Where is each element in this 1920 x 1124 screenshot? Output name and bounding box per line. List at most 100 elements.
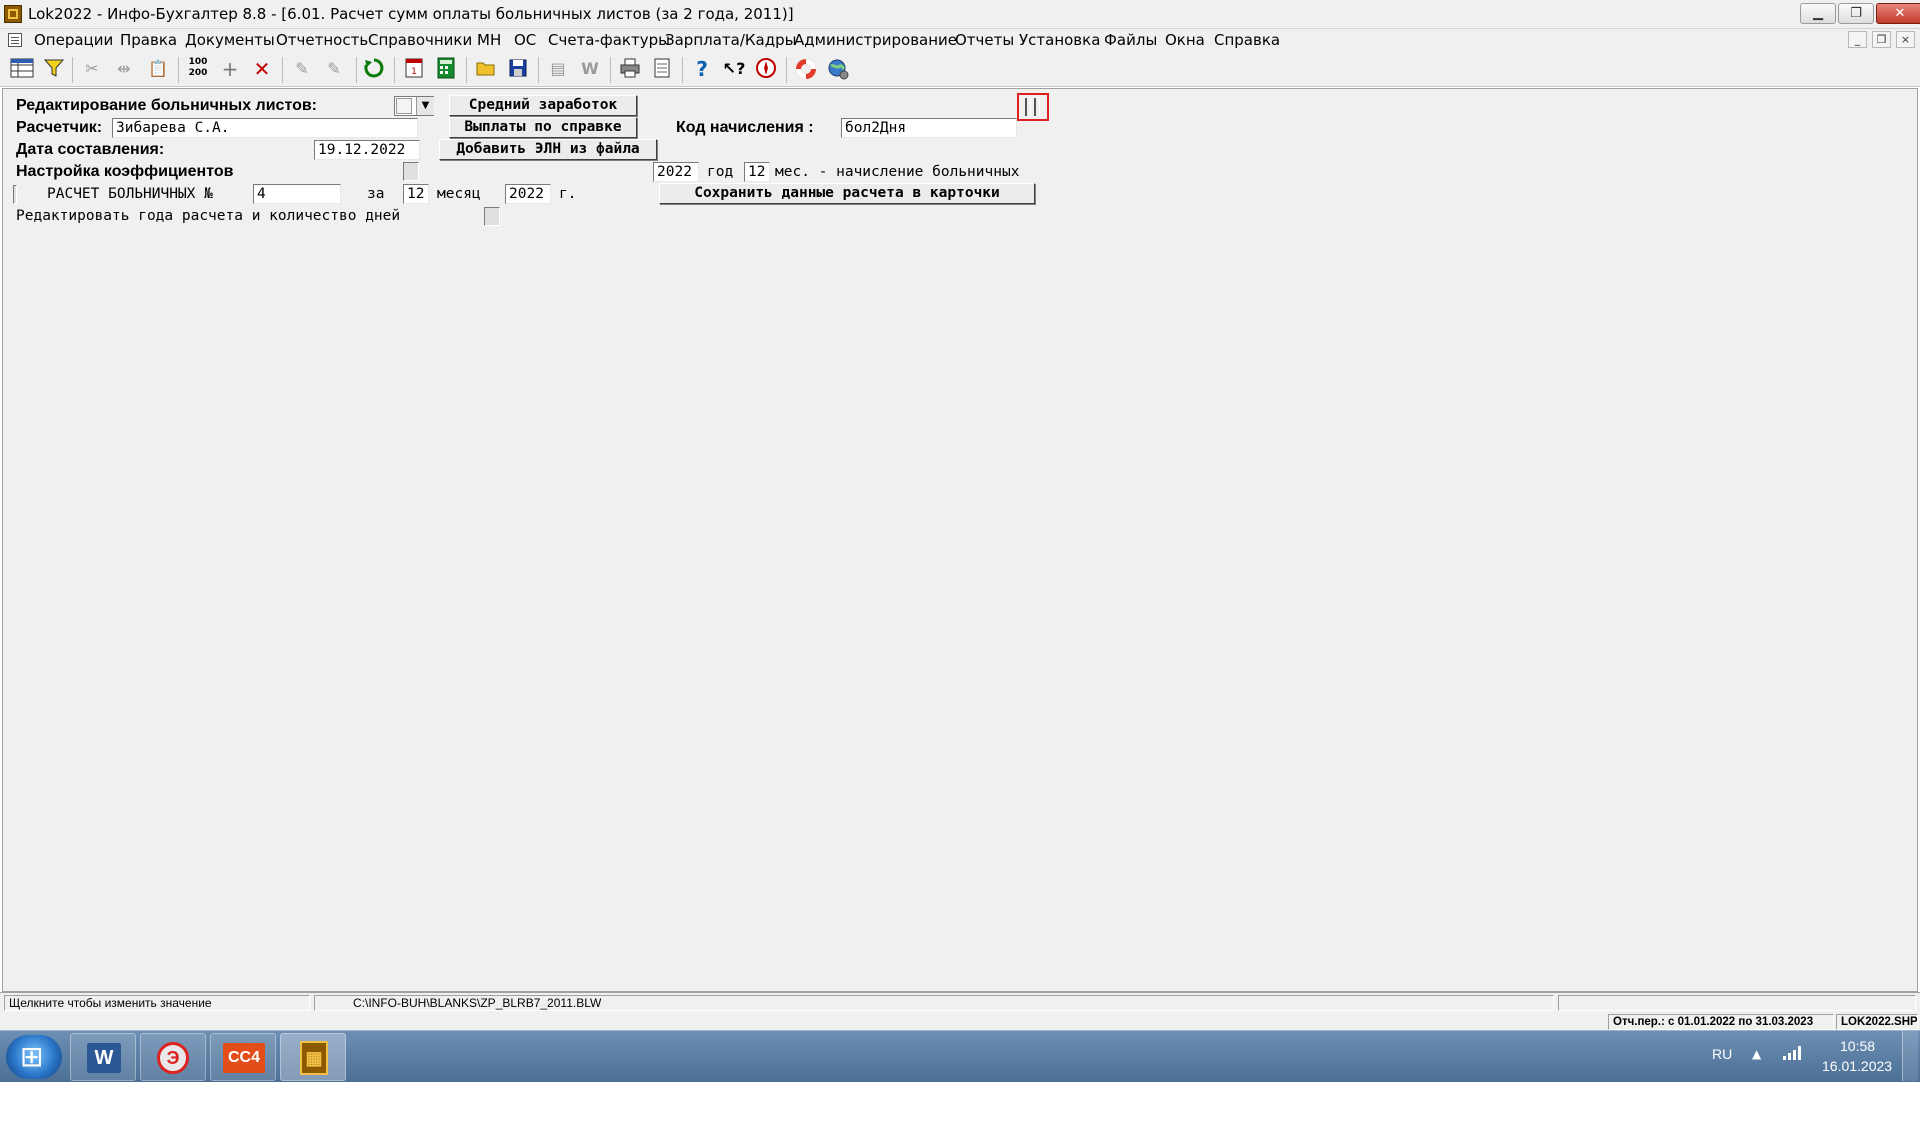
info-buh-app-icon: ▦ <box>300 1041 328 1075</box>
close-button[interactable]: ✕ <box>1876 3 1920 24</box>
show-desktop-button[interactable] <box>1902 1031 1918 1081</box>
minimize-button[interactable]: ▁ <box>1800 3 1836 24</box>
calc-number-label: РАСЧЕТ БОЛЬНИЧНЫХ № <box>47 186 213 202</box>
sheet-select[interactable]: ▼ <box>394 96 434 116</box>
menu-admin[interactable]: Администрирование <box>794 31 957 49</box>
split-icon[interactable]: ⇹ <box>112 57 136 81</box>
mark-icon[interactable]: ✎ <box>290 57 314 81</box>
menu-mn[interactable]: МН <box>477 31 501 49</box>
language-indicator[interactable]: RU <box>1712 1046 1732 1062</box>
month-text: месяц <box>437 186 481 202</box>
save-to-cards-button[interactable]: Сохранить данные расчета в карточки <box>659 183 1035 204</box>
restore-button[interactable]: ❐ <box>1838 3 1874 24</box>
menu-documents[interactable]: Документы <box>185 31 275 49</box>
taskbar-app-cc4[interactable]: CC4 <box>210 1033 276 1081</box>
date-field[interactable]: 19.12.2022 <box>314 140 420 160</box>
mdi-close-button[interactable]: × <box>1896 31 1915 48</box>
payments-button[interactable]: Выплаты по справке <box>449 117 637 138</box>
menu-windows[interactable]: Окна <box>1165 31 1205 49</box>
word-icon[interactable]: W <box>578 57 602 81</box>
highlight-box[interactable] <box>1017 93 1049 121</box>
month-field[interactable]: 12 <box>403 184 429 204</box>
form-heading: Редактирование больничных листов: <box>16 97 317 114</box>
web-icon[interactable] <box>826 57 850 81</box>
status-path: C:\INFO-BUH\BLANKS\ZP_BLRB7_2011.BLW <box>314 995 1554 1011</box>
counter-icon[interactable]: 100 200 <box>186 57 210 81</box>
compass-icon[interactable] <box>754 57 778 81</box>
document-menu-icon[interactable] <box>8 33 22 47</box>
taskbar-word[interactable]: W <box>70 1033 136 1081</box>
screen-bottom-area <box>0 1082 1920 1124</box>
months-text: мес. - начисление больничных <box>775 164 1020 180</box>
toolbar: ✂ ⇹ 📋 100 200 + ✕ ✎ ✎ 1 ▤ W ? ↖? <box>0 51 1920 87</box>
year2-field[interactable]: 2022 <box>505 184 551 204</box>
paste-icon[interactable]: 📋 <box>146 57 170 81</box>
mdi-restore-button[interactable]: ❐ <box>1872 31 1891 48</box>
code-label: Код начисления : <box>676 119 814 136</box>
calculator-field[interactable]: Зибарева С.А. <box>112 118 418 138</box>
menu-directories[interactable]: Справочники <box>368 31 472 49</box>
export-icon[interactable]: ▤ <box>546 57 570 81</box>
menu-operations[interactable]: Операции <box>34 31 113 49</box>
menu-os[interactable]: ОС <box>514 31 536 49</box>
accrual-code-field[interactable]: бол2Дня <box>841 118 1017 138</box>
chevron-down-icon[interactable]: ▼ <box>416 97 434 115</box>
add-eln-button[interactable]: Добавить ЭЛН из файла <box>439 139 657 160</box>
signal-icon[interactable] <box>1782 1045 1802 1061</box>
menu-settings[interactable]: Установка <box>1019 31 1100 49</box>
word-app-icon: W <box>87 1043 121 1073</box>
cc4-app-icon: CC4 <box>223 1043 265 1073</box>
grid-icon[interactable] <box>10 57 34 81</box>
help-icon[interactable]: ? <box>690 57 714 81</box>
clock-time[interactable]: 10:58 <box>1840 1038 1875 1054</box>
months-field[interactable]: 12 <box>744 162 770 182</box>
mdi-minimize-button[interactable]: _ <box>1848 31 1867 48</box>
title-bar: Lok2022 - Инфо-Бухгалтер 8.8 - [6.01. Ра… <box>0 0 1920 29</box>
open-folder-icon[interactable] <box>474 57 498 81</box>
taskbar-app-e[interactable]: Э <box>140 1033 206 1081</box>
status-bar: Щелкните чтобы изменить значение C:\INFO… <box>0 992 1920 1012</box>
app-icon[interactable] <box>4 5 22 23</box>
window-title: Lok2022 - Инфо-Бухгалтер 8.8 - [6.01. Ра… <box>28 5 794 23</box>
taskbar: W Э CC4 ▦ RU ▲ 10:58 16.01.2023 <box>0 1030 1920 1082</box>
menu-salary[interactable]: Зарплата/Кадры <box>665 31 796 49</box>
menu-reports[interactable]: Отчеты <box>955 31 1014 49</box>
menu-invoices[interactable]: Счета-фактуры <box>548 31 670 49</box>
context-help-icon[interactable]: ↖? <box>722 57 746 81</box>
e-app-icon: Э <box>157 1042 189 1074</box>
year2-text: г. <box>559 186 577 202</box>
menu-reporting[interactable]: Отчетность <box>276 31 368 49</box>
menu-help[interactable]: Справка <box>1214 31 1280 49</box>
clock-date[interactable]: 16.01.2023 <box>1822 1058 1892 1074</box>
calc-number-field[interactable]: 4 <box>253 184 341 204</box>
avg-earnings-button[interactable]: Средний заработок <box>449 95 637 116</box>
taskbar-info-buh[interactable]: ▦ <box>280 1033 346 1081</box>
save-icon[interactable] <box>506 57 530 81</box>
year-text: год <box>707 164 734 180</box>
cut-icon[interactable]: ✂ <box>80 57 104 81</box>
svg-text:1: 1 <box>411 67 417 77</box>
start-button[interactable] <box>6 1035 62 1079</box>
menu-edit[interactable]: Правка <box>120 31 177 49</box>
refresh-icon[interactable] <box>362 57 386 81</box>
status-bar-2: Отч.пер.: с 01.01.2022 по 31.03.2023 LOK… <box>0 1012 1920 1030</box>
date-label: Дата составления: <box>16 141 165 158</box>
calendar-icon[interactable]: 1 <box>402 57 426 81</box>
edit-years-checkbox[interactable] <box>484 207 500 226</box>
lifebuoy-icon[interactable] <box>794 57 818 81</box>
year-field[interactable]: 2022 <box>653 162 699 182</box>
add-icon[interactable]: + <box>218 57 242 81</box>
filter-icon[interactable] <box>42 57 66 81</box>
calc-label: Расчетчик: <box>16 119 103 136</box>
coef-checkbox[interactable] <box>403 162 419 181</box>
status-file: LOK2022.SHP <box>1836 1014 1918 1030</box>
menu-files[interactable]: Файлы <box>1104 31 1157 49</box>
mark-all-icon[interactable]: ✎ <box>322 57 346 81</box>
status-hint: Щелкните чтобы изменить значение <box>4 995 310 1011</box>
print-icon[interactable] <box>618 57 642 81</box>
tray-chevron-icon[interactable]: ▲ <box>1752 1047 1761 1061</box>
status-empty <box>1558 995 1916 1011</box>
delete-icon[interactable]: ✕ <box>250 57 274 81</box>
calculator-icon[interactable] <box>434 57 458 81</box>
preview-icon[interactable] <box>650 57 674 81</box>
